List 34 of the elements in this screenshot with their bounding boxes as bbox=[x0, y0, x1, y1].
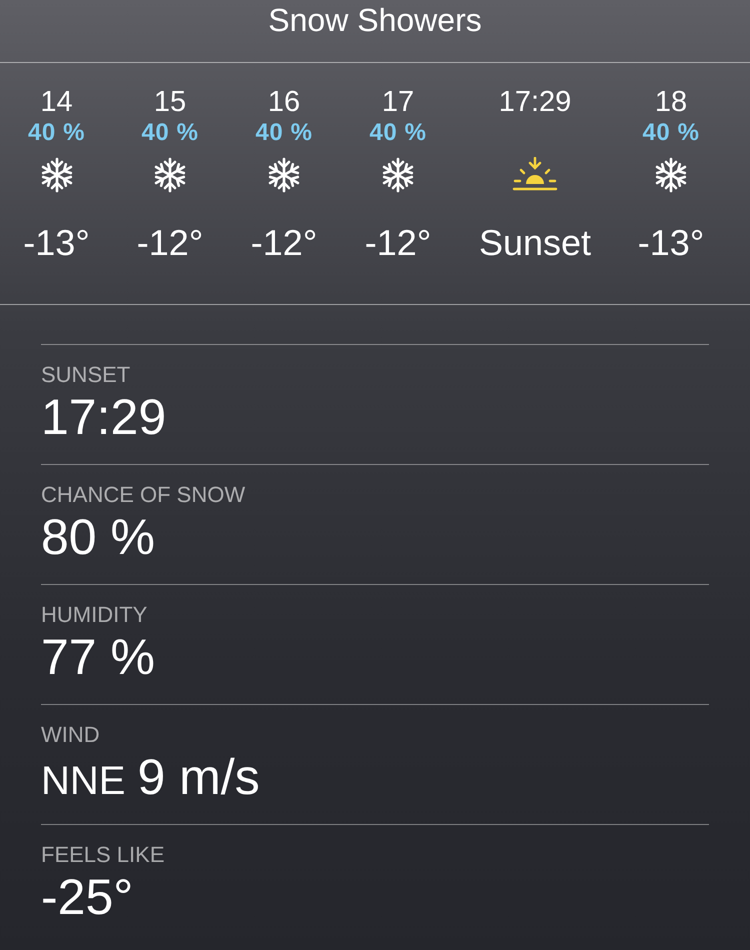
condition-title: Snow Showers bbox=[268, 4, 482, 36]
detail-label: HUMIDITY bbox=[41, 602, 148, 628]
precip-chance: 40 % bbox=[141, 119, 199, 147]
temperature: -12° bbox=[250, 225, 318, 261]
sunset-icon bbox=[512, 157, 558, 193]
precip-chance: 40 % bbox=[255, 119, 313, 147]
hour-label: 15 bbox=[154, 87, 186, 117]
detail-label: FEELS LIKE bbox=[41, 842, 166, 868]
detail-label: SUNSET bbox=[41, 362, 132, 388]
snowflake-icon bbox=[152, 157, 188, 193]
precip-chance: 40 % bbox=[28, 119, 86, 147]
snowflake-icon bbox=[653, 157, 689, 193]
wind-direction: NNE bbox=[41, 758, 126, 805]
hour-label: 17 bbox=[382, 87, 414, 117]
detail-value: -25° bbox=[41, 872, 134, 922]
detail-label: CHANCE OF SNOW bbox=[41, 482, 246, 508]
event-label: Sunset bbox=[478, 225, 592, 261]
hour-label: 18 bbox=[654, 87, 688, 117]
hour-label: 14 bbox=[40, 87, 73, 117]
snowflake-icon bbox=[380, 157, 416, 193]
precip-chance: 40 % bbox=[642, 119, 700, 147]
hour-label: 17:29 bbox=[498, 87, 572, 117]
detail-value: 80 % bbox=[41, 512, 155, 562]
detail-value: 77 % bbox=[41, 632, 155, 682]
detail-value: 9 m/s bbox=[137, 752, 260, 802]
precip-chance: 40 % bbox=[369, 119, 427, 147]
detail-label: WIND bbox=[41, 722, 101, 748]
detail-value: 17:29 bbox=[41, 392, 166, 442]
temperature: -13° bbox=[23, 225, 90, 261]
snowflake-icon bbox=[266, 157, 302, 193]
temperature: -12° bbox=[364, 225, 432, 261]
temperature: -12° bbox=[136, 225, 204, 261]
hour-label: 16 bbox=[268, 87, 300, 117]
temperature: -13° bbox=[638, 225, 704, 261]
